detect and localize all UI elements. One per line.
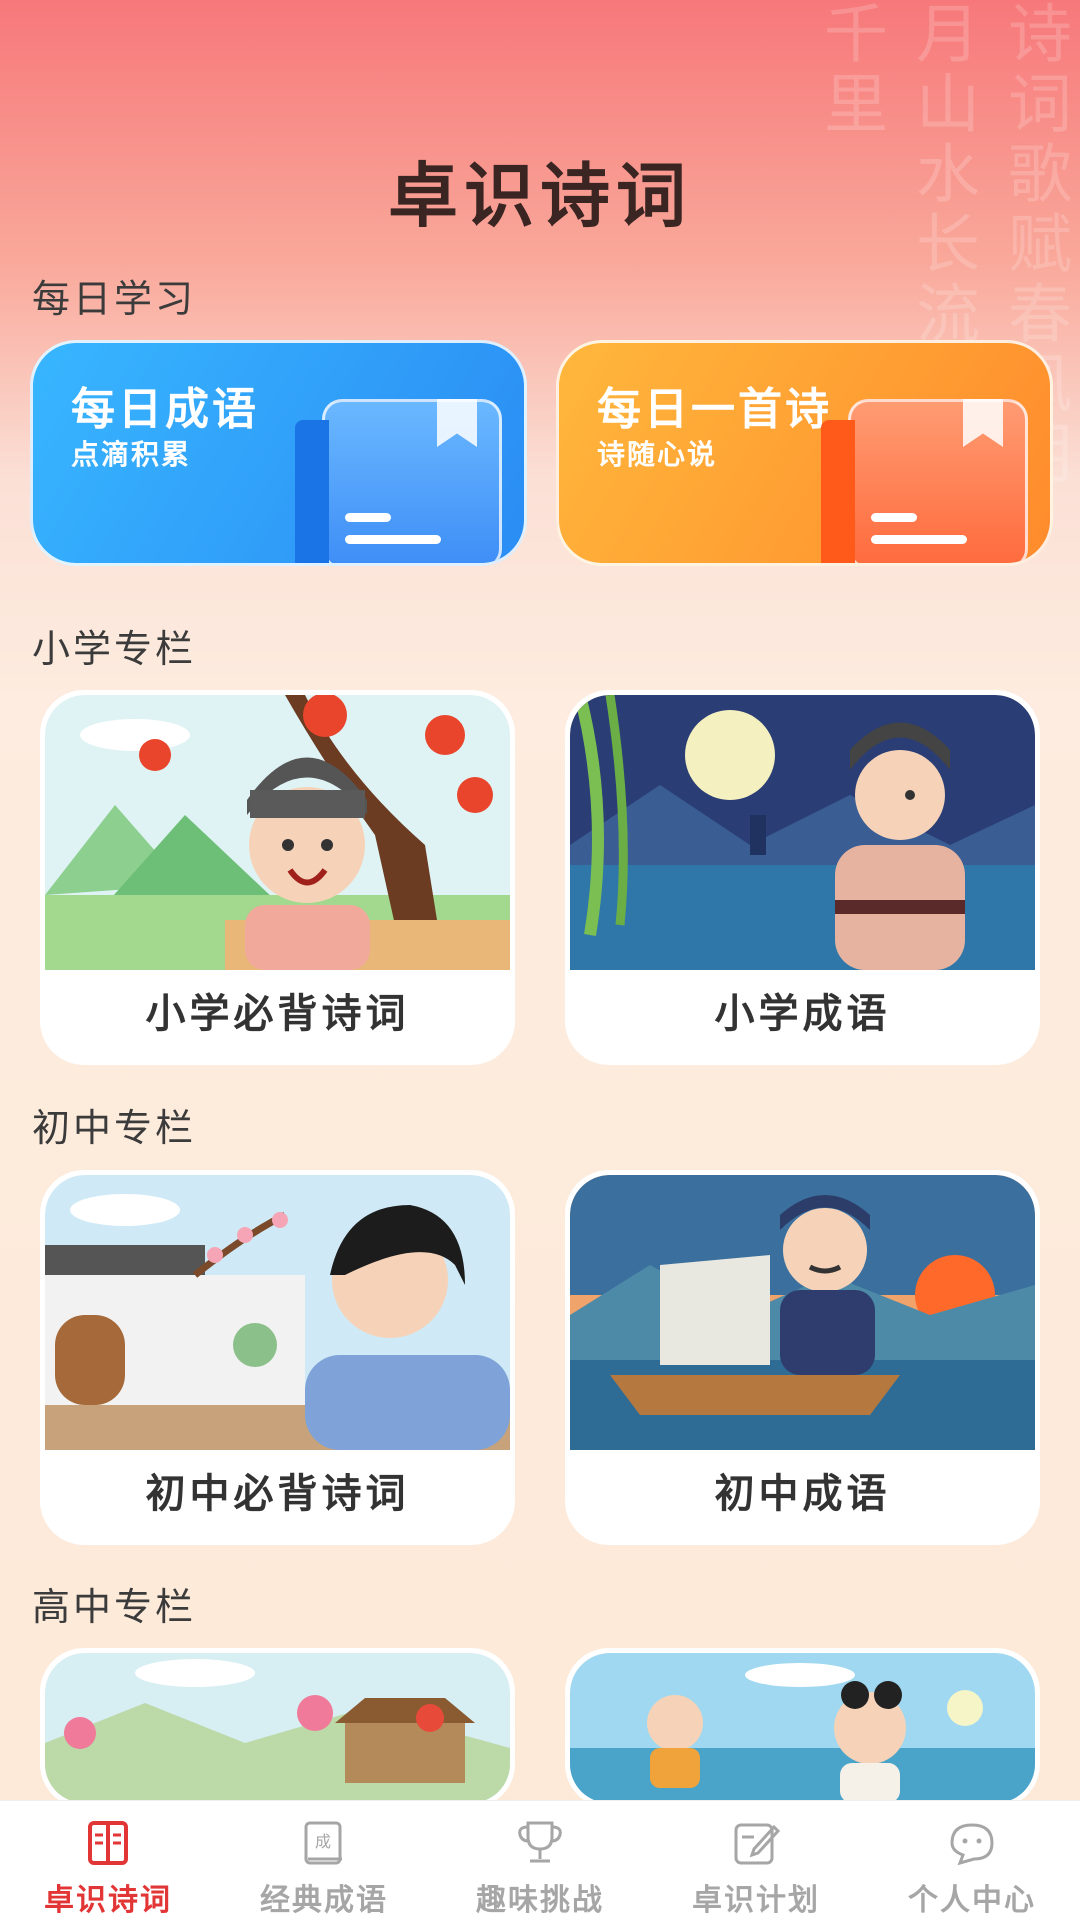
daily-idiom-title: 每日成语 bbox=[71, 384, 259, 435]
primary-poetry-label: 小学必背诗词 bbox=[145, 991, 410, 1037]
tab-profile[interactable]: 个人中心 bbox=[864, 1801, 1080, 1920]
section-title-daily: 每日学习 bbox=[32, 277, 197, 321]
tab-label: 卓识计划 bbox=[692, 1883, 820, 1918]
primary-poetry-illustration bbox=[45, 695, 510, 970]
tab-poetry[interactable]: 卓识诗词 bbox=[0, 1801, 216, 1920]
primary-idiom-illustration bbox=[570, 695, 1035, 970]
middle-idiom-card[interactable]: 初中成语 bbox=[565, 1170, 1040, 1545]
tab-plan[interactable]: 卓识计划 bbox=[648, 1801, 864, 1920]
middle-poetry-illustration bbox=[45, 1175, 510, 1450]
high-idiom-card[interactable] bbox=[565, 1648, 1040, 1808]
tab-idioms[interactable]: 成 经典成语 bbox=[216, 1801, 432, 1920]
middle-idiom-label: 初中成语 bbox=[714, 1471, 891, 1517]
primary-idiom-card[interactable]: 小学成语 bbox=[565, 690, 1040, 1065]
page-title: 卓识诗词 bbox=[388, 154, 692, 237]
tab-challenge[interactable]: 趣味挑战 bbox=[432, 1801, 648, 1920]
middle-poetry-label: 初中必背诗词 bbox=[145, 1471, 410, 1517]
daily-poem-subtitle: 诗随心说 bbox=[597, 438, 718, 471]
middle-poetry-card[interactable]: 初中必背诗词 bbox=[40, 1170, 515, 1545]
high-poetry-card[interactable] bbox=[40, 1648, 515, 1808]
middle-idiom-illustration bbox=[570, 1175, 1035, 1450]
section-title-middle: 初中专栏 bbox=[32, 1106, 197, 1150]
tab-label: 趣味挑战 bbox=[476, 1883, 604, 1918]
book-icon bbox=[821, 399, 1028, 563]
bottom-tab-bar: 卓识诗词 成 经典成语 趣味挑战 卓识计划 个人中心 bbox=[0, 1800, 1080, 1920]
daily-idiom-subtitle: 点滴积累 bbox=[71, 438, 192, 471]
trophy-icon bbox=[518, 1821, 562, 1863]
high-idiom-illustration bbox=[570, 1653, 1035, 1803]
tab-label: 卓识诗词 bbox=[44, 1883, 172, 1918]
high-poetry-illustration bbox=[45, 1653, 510, 1803]
primary-idiom-label: 小学成语 bbox=[714, 991, 891, 1037]
primary-poetry-card[interactable]: 小学必背诗词 bbox=[40, 690, 515, 1065]
tab-label: 个人中心 bbox=[908, 1883, 1036, 1918]
svg-text:成: 成 bbox=[315, 1832, 331, 1851]
profile-icon bbox=[950, 1823, 994, 1866]
idiom-icon: 成 bbox=[304, 1821, 342, 1865]
daily-idiom-card[interactable]: 每日成语 点滴积累 bbox=[30, 340, 527, 566]
book-icon bbox=[295, 399, 502, 563]
tab-label: 经典成语 bbox=[260, 1883, 388, 1918]
book-icon bbox=[88, 1821, 128, 1865]
daily-poem-title: 每日一首诗 bbox=[597, 384, 832, 435]
section-title-high: 高中专栏 bbox=[32, 1585, 197, 1629]
daily-poem-card[interactable]: 每日一首诗 诗随心说 bbox=[556, 340, 1053, 566]
plan-icon bbox=[734, 1823, 781, 1865]
section-title-primary: 小学专栏 bbox=[32, 627, 197, 671]
